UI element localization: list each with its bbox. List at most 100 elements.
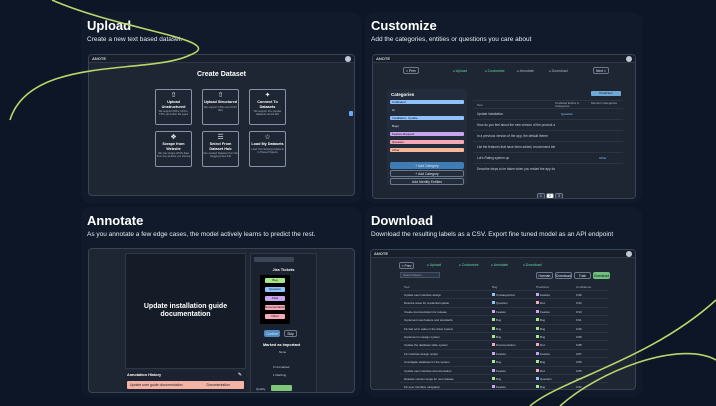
- label-option[interactable]: Documentation: [265, 305, 285, 310]
- add-category-button[interactable]: + Add Category: [390, 162, 464, 169]
- skip-button[interactable]: Skip: [284, 330, 297, 337]
- step-upload[interactable]: ● Upload: [427, 263, 441, 267]
- step-download[interactable]: ● Download: [523, 263, 542, 267]
- prev-button[interactable]: < Prev: [403, 67, 419, 74]
- table-row[interactable]: Implement in design system Bug Bug 0.89: [400, 332, 608, 340]
- table-row[interactable]: Fix user interface navigation Feature Bug 0…: [400, 382, 608, 389]
- table-row[interactable]: Implement new feature and standards Bug Bu…: [400, 315, 608, 323]
- table-row[interactable]: Update installation Question: [473, 108, 623, 119]
- page-button[interactable]: 2: [546, 193, 554, 198]
- column-header[interactable]: Text: [404, 285, 410, 289]
- dataset-option-tile[interactable]: ✦ Connect To Datasets We support 10+ popul…: [249, 89, 286, 125]
- app-logo: ANOTE: [376, 56, 390, 61]
- label-text: Feature: [540, 351, 550, 356]
- quality-chip[interactable]: [271, 385, 292, 391]
- label-text: Question: [540, 377, 552, 381]
- history-row[interactable]: Update user guide documentation Document…: [127, 381, 244, 389]
- table-row[interactable]: Fix last error value in the ticket syste…: [400, 323, 608, 332]
- scroll-handle[interactable]: [349, 111, 353, 116]
- avatar[interactable]: [345, 56, 351, 62]
- label-text: Bug: [496, 335, 502, 339]
- label-option[interactable]: Question: [265, 287, 285, 292]
- avatar[interactable]: [626, 56, 632, 62]
- label-text: Bug: [540, 318, 546, 323]
- action-button[interactable]: Train: [574, 272, 591, 279]
- edit-icon[interactable]: ✎: [238, 372, 242, 378]
- app-header: ANOTE: [373, 55, 635, 63]
- table-row[interactable]: Investigate database for the system Bug Bu…: [400, 357, 608, 365]
- prev-button[interactable]: < Prev: [399, 262, 414, 269]
- label-option[interactable]: Bug: [265, 278, 285, 283]
- dataset-option-tile[interactable]: ❖ Scrape from Website We can scrape HTML d…: [155, 131, 192, 167]
- tile-title: Connect To Datasets: [257, 100, 278, 109]
- table-row[interactable]: Create documentation for release Feature F…: [400, 306, 608, 315]
- table-row[interactable]: Update user interface design Uncategorize…: [400, 290, 608, 298]
- table-row[interactable]: Fix interface design output Feature Featur…: [400, 348, 608, 357]
- action-button[interactable]: Download: [593, 272, 610, 279]
- customize-screenshot: ANOTE < Prev ● Upload ● Customize ● Annota…: [372, 54, 636, 199]
- category-item[interactable]: Installation, Update: [390, 116, 464, 120]
- category-item[interactable]: Question: [390, 140, 464, 144]
- label-panel: Jira Tickets Bug Question Task Documentatio…: [250, 253, 317, 392]
- step-annotate[interactable]: ● Annotate: [491, 263, 508, 267]
- column-header[interactable]: Prediction: [536, 285, 549, 289]
- table-row[interactable]: List the features that have been added, …: [473, 141, 623, 152]
- column-header[interactable]: Confidence: [576, 285, 591, 289]
- table-row[interactable]: Update user interface documentation Featu…: [400, 365, 608, 374]
- action-button[interactable]: Hannah: [536, 272, 553, 279]
- label-text: Bug: [496, 318, 502, 323]
- search-input[interactable]: [254, 257, 294, 262]
- category-item[interactable]: Other: [390, 148, 464, 152]
- label-swatch-icon: [492, 335, 495, 338]
- page-button[interactable]: 3: [555, 193, 563, 198]
- next-button[interactable]: Next >: [593, 67, 609, 74]
- table-row[interactable]: Lot's Rating system up Other: [473, 152, 623, 163]
- label-swatch-icon: [492, 318, 495, 322]
- dataset-option-tile[interactable]: ⇧ Upload Unstructured We support PDFs, DOC…: [155, 89, 192, 125]
- column-header[interactable]: Bug: [492, 285, 497, 289]
- table-row[interactable]: How do you feel about the new version of…: [473, 119, 623, 130]
- table-row[interactable]: Release version range for next release Bu…: [400, 374, 608, 382]
- download-screenshot: ANOTE < Prev ● Upload ● Customize ● Annota…: [370, 249, 636, 390]
- upload-option-icon: ❖: [170, 134, 177, 141]
- dataset-option-tile[interactable]: ☆ Load My Datasets Load Your Existing Data…: [249, 131, 286, 167]
- table-row[interactable]: In a previous version of the app, the de…: [473, 130, 623, 141]
- table-row[interactable]: Describe steps to be taken when you rest…: [473, 163, 623, 174]
- label-text: Bug: [496, 377, 502, 381]
- step-download[interactable]: ● Download: [549, 69, 568, 73]
- page-button[interactable]: 1: [537, 193, 545, 198]
- download-card: Download Download the resulting labels a…: [365, 207, 642, 397]
- table-row[interactable]: Update the database table system Document…: [400, 340, 608, 348]
- table-header: Text Bug Prediction Confidence: [400, 283, 608, 290]
- category-item[interactable]: Bugs: [390, 124, 462, 128]
- category-item[interactable]: Hi: [390, 108, 462, 112]
- label-swatch-icon: [492, 309, 495, 313]
- prediction-button[interactable]: Prediction: [591, 91, 621, 96]
- tile-subtitle: We support PDFs, DOCs, TXTs, and other f…: [158, 110, 189, 116]
- category-item[interactable]: Unlabeled: [390, 100, 464, 104]
- avatar[interactable]: [626, 251, 632, 257]
- card-description: Download the resulting labels as a CSV. …: [371, 231, 614, 238]
- label-option[interactable]: Task: [265, 296, 285, 301]
- label-option[interactable]: Other: [265, 314, 285, 319]
- identify-entities-button[interactable]: Add Identify Entities: [390, 178, 464, 185]
- confirm-button[interactable]: Confirm: [264, 330, 280, 337]
- step-annotate[interactable]: ● Annotate: [517, 69, 534, 73]
- add-entity-button[interactable]: + Add Category: [390, 170, 464, 177]
- action-button[interactable]: Download: [555, 272, 572, 279]
- step-upload[interactable]: ● Upload: [453, 69, 467, 73]
- label-swatch-icon: [536, 309, 539, 313]
- table-header: Text # labeled Ethics in Categories Ment…: [473, 100, 623, 108]
- download-table: Text Bug Prediction Confidence Update user …: [400, 283, 608, 389]
- history-title: Annotation History: [127, 373, 162, 377]
- history-tag: Documentation: [206, 383, 230, 387]
- dataset-option-tile[interactable]: ☰ Select From Dataset Hub Use curated data…: [202, 131, 239, 167]
- dataset-option-tile[interactable]: ⇧ Upload Structured We support CSVs and XL…: [202, 89, 239, 125]
- search-input[interactable]: Search Rows...: [400, 272, 440, 278]
- step-customize[interactable]: ● Customize: [459, 263, 479, 267]
- annotate-card: Annotate As you annotate a few edge case…: [81, 207, 362, 397]
- table-row[interactable]: Resolve issue for credential update Quest…: [400, 298, 608, 306]
- label-swatch-icon: [536, 318, 539, 322]
- step-customize[interactable]: ● Customize: [485, 69, 505, 73]
- category-item[interactable]: Feature Request: [390, 132, 464, 136]
